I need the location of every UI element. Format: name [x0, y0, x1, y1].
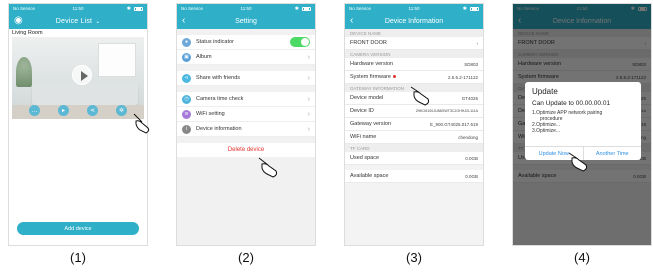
- add-device-button[interactable]: Add device: [17, 222, 139, 235]
- chevron-right-icon: ›: [476, 40, 479, 46]
- device-id-row: Device ID Z9KO6100JU88GWT3CJGHHJ2L111A: [345, 105, 483, 118]
- dialog-message: Can Update to 00.00.00.01: [532, 100, 611, 107]
- back-icon[interactable]: ‹: [182, 15, 185, 26]
- wifi-name-row: WiFi name chendong: [345, 131, 483, 144]
- bluetooth-icon: ✱: [294, 5, 299, 12]
- pointer-hand-icon: [133, 113, 150, 134]
- dialog-title: Update: [532, 87, 558, 96]
- update-dialog: Update Can Update to 00.00.00.01 1.Optim…: [525, 82, 641, 160]
- wifi-icon: ≋: [182, 109, 191, 119]
- chevron-right-icon: ›: [307, 95, 310, 103]
- hardware-version-row: Hardware version SD803: [345, 58, 483, 71]
- battery-icon: [470, 6, 479, 11]
- pointer-hand-icon: [568, 152, 588, 172]
- status-bar: No Service11:50✱: [345, 4, 483, 13]
- page-title: Setting: [235, 17, 257, 25]
- page-title: Device List: [55, 17, 93, 25]
- record-icon[interactable]: ▸: [58, 105, 69, 116]
- caption-1: (1): [70, 250, 86, 265]
- chevron-down-icon[interactable]: ⌄: [95, 18, 100, 25]
- chevron-right-icon: ›: [307, 74, 310, 82]
- room-label: Living Room: [12, 30, 43, 36]
- camera-preview[interactable]: … ▸ ⋖ ✲: [12, 37, 144, 119]
- page-title: Device Information: [384, 17, 444, 25]
- available-space-row: Available space 0.0GB: [345, 170, 483, 183]
- device-name-row[interactable]: FRONT DOOR ›: [345, 37, 483, 50]
- status-icon: ●: [182, 37, 191, 47]
- setting-wifi[interactable]: ≋ WiFi setting ›: [177, 107, 315, 122]
- status-bar: No Service11:50✱: [177, 4, 315, 13]
- update-dot-icon: [392, 75, 396, 79]
- setting-screen: No Service 11:50 ✱ ‹ Setting ● Status indica…: [176, 3, 316, 246]
- caption-3: (3): [406, 250, 422, 265]
- system-firmware-row[interactable]: System firmware 2.5.5.2-171122: [345, 71, 483, 84]
- share-icon: ⋖: [182, 73, 191, 83]
- setting-device-info[interactable]: i Device information ›: [177, 122, 315, 137]
- play-icon[interactable]: [72, 65, 92, 85]
- chevron-right-icon: ›: [307, 110, 310, 118]
- device-information-screen: No Service 11:50 ✱ ‹ Device Information DEV…: [344, 3, 484, 246]
- avatar-icon[interactable]: ◉: [14, 15, 23, 26]
- status-bar: No Service11:50✱: [9, 4, 147, 13]
- clock-icon: ◷: [182, 94, 191, 104]
- speech-icon[interactable]: …: [29, 105, 40, 116]
- another-time-button[interactable]: Another Time: [584, 147, 642, 160]
- update-dialog-screen: No Service11:50✱ ‹Device Information DEV…: [512, 3, 652, 246]
- caption-4: (4): [574, 250, 590, 265]
- setting-share[interactable]: ⋖ Share with friends ›: [177, 71, 315, 86]
- share-icon[interactable]: ⋖: [87, 105, 98, 116]
- caption-2: (2): [238, 250, 254, 265]
- used-space-row: Used space 0.0GB: [345, 152, 483, 165]
- status-toggle[interactable]: [290, 37, 310, 47]
- pointer-hand-icon: [258, 157, 278, 178]
- album-icon: ▣: [182, 52, 191, 62]
- setting-camera-time[interactable]: ◷ Camera time check ›: [177, 92, 315, 107]
- device-list-screen: No Service 11:50 ✱ ◉ Device List ⌄ Living Ro…: [8, 3, 148, 246]
- battery-icon: [134, 6, 143, 11]
- bluetooth-icon: ✱: [126, 5, 131, 12]
- setting-status-indicator: ● Status indicator: [177, 35, 315, 50]
- chevron-right-icon: ›: [307, 53, 310, 61]
- chevron-right-icon: ›: [307, 125, 310, 133]
- pointer-hand-icon: [410, 86, 430, 106]
- gear-icon[interactable]: ✲: [116, 105, 127, 116]
- battery-icon: [302, 6, 311, 11]
- bluetooth-icon: ✱: [462, 5, 467, 12]
- gateway-version-row: Gateway version E_900.GT4025.017.619: [345, 118, 483, 131]
- info-icon: i: [182, 124, 191, 134]
- delete-device-button[interactable]: Delete device: [177, 143, 315, 157]
- tutorial-figure: No Service 11:50 ✱ ◉ Device List ⌄ Living Ro…: [0, 0, 653, 274]
- setting-album[interactable]: ▣ Album ›: [177, 50, 315, 65]
- back-icon[interactable]: ‹: [350, 15, 353, 26]
